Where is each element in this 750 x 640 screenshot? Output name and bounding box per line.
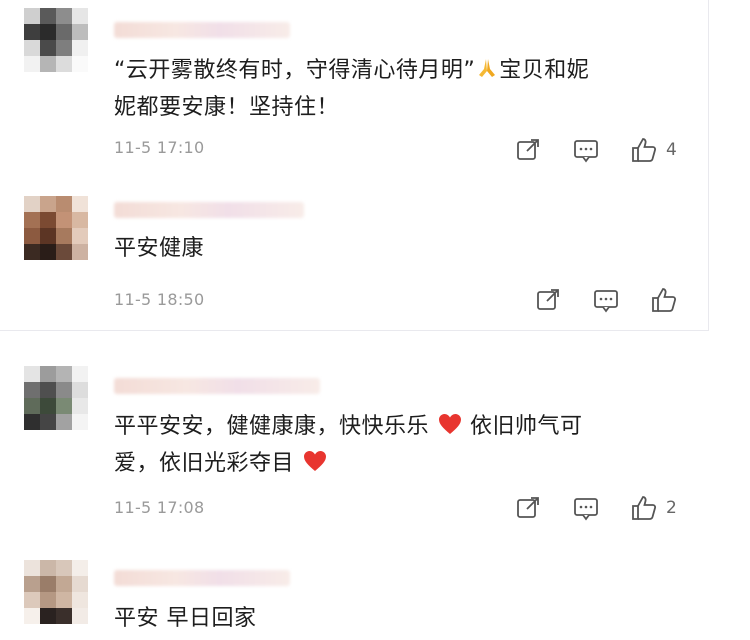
praying-hands-icon xyxy=(475,56,499,91)
share-icon[interactable] xyxy=(514,136,542,164)
comment-icon[interactable] xyxy=(592,286,620,314)
comment-text: 平安健康 xyxy=(114,236,205,261)
thumbs-up-icon[interactable] xyxy=(630,136,658,164)
comment-text: 平平安安，健健康康，快快乐乐 依旧帅气可 爱，依旧光彩夺目 xyxy=(114,410,583,484)
thumbs-up-icon[interactable] xyxy=(650,286,678,314)
comment-timestamp: 11-5 18:50 xyxy=(114,290,205,309)
username-blurred[interactable] xyxy=(114,202,304,218)
username-blurred[interactable] xyxy=(114,22,290,38)
comment-actions xyxy=(534,286,684,314)
like-count: 2 xyxy=(666,498,677,518)
red-heart-icon xyxy=(302,449,328,484)
comment-panel-top xyxy=(0,0,709,331)
share-icon[interactable] xyxy=(514,494,542,522)
comment-panel-bottom xyxy=(0,344,750,640)
avatar[interactable] xyxy=(24,196,88,260)
comment-timestamp: 11-5 17:10 xyxy=(114,138,205,157)
like-count: 4 xyxy=(666,140,677,160)
avatar[interactable] xyxy=(24,560,88,624)
comment-timestamp: 11-5 17:08 xyxy=(114,498,205,517)
username-blurred[interactable] xyxy=(114,570,290,586)
comment-icon[interactable] xyxy=(572,494,600,522)
comment-actions: 4 xyxy=(514,136,694,164)
share-icon[interactable] xyxy=(534,286,562,314)
comment-text: “云开雾散终有时，守得清心待月明” 宝贝和妮 妮都要安康！坚持住！ xyxy=(114,56,590,120)
comment-actions: 2 xyxy=(514,494,694,522)
red-heart-icon xyxy=(437,412,463,447)
username-blurred[interactable] xyxy=(114,378,320,394)
comment-text: 平安 早日回家 xyxy=(114,606,257,631)
avatar[interactable] xyxy=(24,366,88,430)
thumbs-up-icon[interactable] xyxy=(630,494,658,522)
avatar[interactable] xyxy=(24,8,88,72)
comment-icon[interactable] xyxy=(572,136,600,164)
